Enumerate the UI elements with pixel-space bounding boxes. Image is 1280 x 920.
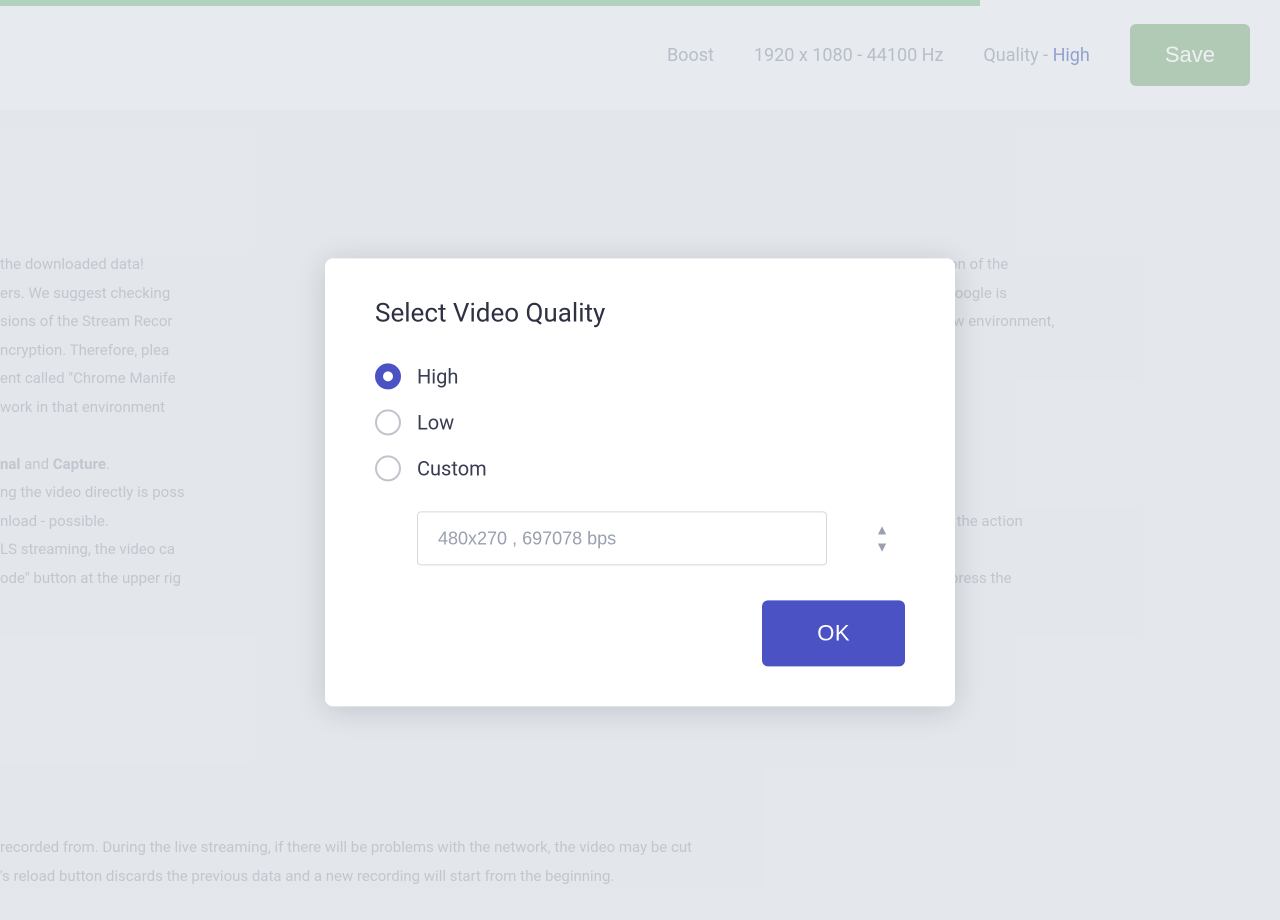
radio-low-circle — [375, 409, 401, 435]
custom-quality-dropdown-wrapper: 480x270 , 697078 bps640x360 , 1200000 bp… — [417, 511, 905, 565]
radio-custom-circle — [375, 455, 401, 481]
ok-button[interactable]: OK — [762, 600, 905, 666]
quality-option-high[interactable]: High — [375, 363, 905, 389]
quality-low-label: Low — [417, 410, 454, 434]
quality-option-custom[interactable]: Custom — [375, 455, 905, 481]
modal-title: Select Video Quality — [375, 298, 905, 328]
video-quality-modal: Select Video Quality High Low Custom 480… — [325, 258, 955, 706]
custom-quality-select[interactable]: 480x270 , 697078 bps640x360 , 1200000 bp… — [417, 511, 827, 565]
quality-high-label: High — [417, 364, 458, 388]
radio-high-circle — [375, 363, 401, 389]
quality-radio-group: High Low Custom — [375, 363, 905, 481]
quality-custom-label: Custom — [417, 456, 487, 480]
dropdown-arrow-icon: ▲▼ — [875, 521, 889, 555]
quality-option-low[interactable]: Low — [375, 409, 905, 435]
ok-button-wrapper: OK — [375, 600, 905, 666]
